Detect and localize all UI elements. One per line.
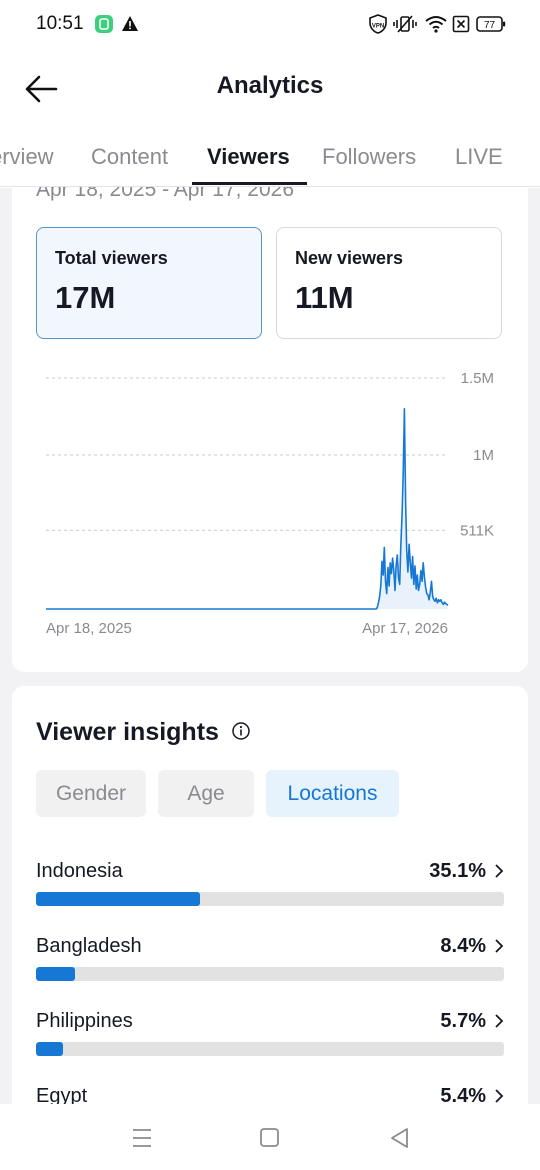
location-name: Philippines	[36, 1010, 133, 1032]
tab-viewers[interactable]: Viewers	[207, 144, 290, 170]
status-bar: 10:51 VPN 77	[0, 0, 540, 48]
sim-icon	[452, 15, 470, 33]
location-bar-track	[36, 1042, 504, 1056]
tab-overview[interactable]: erview	[0, 144, 54, 170]
total-viewers-value: 17M	[55, 280, 116, 315]
date-range[interactable]: Apr 18, 2025 - Apr 17, 2026	[36, 187, 294, 202]
location-name: Bangladesh	[36, 935, 142, 957]
vpn-icon: VPN	[369, 14, 387, 34]
location-row[interactable]: Indonesia 35.1%	[36, 860, 504, 920]
top-area: 10:51 VPN 77 Analytics rview Content Vie…	[0, 0, 540, 188]
new-viewers-value: 11M	[295, 280, 354, 315]
location-bar-track	[36, 892, 504, 906]
new-viewers-card[interactable]: New viewers 11M	[276, 227, 502, 339]
location-bar-fill	[36, 967, 76, 981]
system-nav-bar	[0, 1104, 540, 1170]
viewer-insights-card: Viewer insights Gender Age Locations Ind…	[12, 686, 528, 1116]
chevron-right-icon	[495, 864, 504, 878]
location-bar-fill	[36, 1042, 63, 1056]
x-tick-label: Apr 18, 2025	[46, 620, 132, 637]
filter-gender[interactable]: Gender	[36, 770, 146, 817]
viewers-card: Apr 18, 2025 - Apr 17, 2026 Total viewer…	[12, 187, 528, 672]
recent-apps-icon[interactable]	[128, 1126, 156, 1150]
vpn-label: VPN	[372, 24, 384, 30]
location-percent: 35.1%	[429, 860, 486, 882]
home-icon[interactable]	[256, 1126, 284, 1150]
tab-content[interactable]: Content	[91, 144, 168, 170]
total-viewers-card[interactable]: Total viewers 17M	[36, 227, 262, 339]
header: Analytics	[0, 58, 540, 118]
tab-bar: erview Content Viewers Followers LIVE	[0, 130, 540, 187]
new-viewers-label: New viewers	[295, 248, 404, 268]
active-tab-indicator	[192, 182, 307, 185]
app-notification-icon	[95, 15, 113, 33]
total-viewers-label: Total viewers	[55, 248, 168, 268]
insights-title: Viewer insights	[36, 718, 219, 746]
series-line	[46, 408, 449, 610]
tab-live[interactable]: LIVE	[455, 144, 503, 170]
filter-age[interactable]: Age	[158, 770, 254, 817]
info-icon[interactable]	[231, 721, 251, 741]
filter-locations[interactable]: Locations	[266, 770, 399, 817]
warning-icon	[122, 16, 138, 31]
page-title: Analytics	[216, 72, 324, 99]
status-time: 10:51	[36, 13, 84, 34]
battery-level: 77	[484, 20, 496, 31]
location-percent: 5.7%	[440, 1010, 486, 1032]
wifi-icon	[425, 16, 447, 33]
back-icon[interactable]	[386, 1126, 414, 1150]
chevron-right-icon	[495, 1089, 504, 1103]
location-bar-track	[36, 967, 504, 981]
location-row[interactable]: Philippines 5.7%	[36, 1010, 504, 1070]
viewers-line-chart: 511K 1M 1.5M Apr 18, 2025 Apr 17, 2026	[46, 370, 494, 637]
tab-followers[interactable]: Followers	[322, 144, 416, 170]
vibrate-icon	[393, 15, 417, 33]
location-bar-fill	[36, 892, 201, 906]
location-name: Indonesia	[36, 860, 123, 882]
location-percent: 8.4%	[440, 935, 486, 957]
chevron-right-icon	[495, 1014, 504, 1028]
y-tick-label: 1M	[473, 447, 494, 464]
x-tick-label: Apr 17, 2026	[362, 620, 448, 637]
y-tick-label: 511K	[460, 522, 494, 539]
y-tick-label: 1.5M	[461, 370, 494, 387]
battery-icon: 77	[476, 16, 506, 32]
chevron-right-icon	[495, 939, 504, 953]
location-row[interactable]: Bangladesh 8.4%	[36, 935, 504, 995]
